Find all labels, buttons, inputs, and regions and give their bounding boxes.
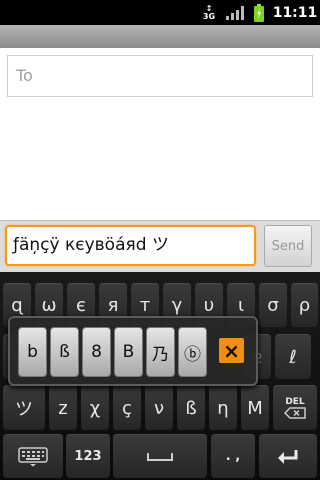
key[interactable]: ν [145,385,173,430]
clock: 11:11 [272,4,318,21]
numbers-key[interactable]: 123 [66,434,110,478]
key[interactable]: χ [81,385,109,430]
key[interactable]: ß [177,385,205,430]
network-3g-icon: ↕ 3G [201,0,217,25]
key[interactable]: ツ [3,385,45,430]
backspace-icon [284,407,306,419]
recipient-input[interactable]: To [7,55,313,97]
key[interactable]: σ [259,283,287,327]
popup-key[interactable]: 8 [82,327,111,377]
message-input[interactable]: ƒäņçÿ кєувöáяd ツ [5,225,256,266]
key[interactable]: M [241,385,269,430]
key[interactable]: η [209,385,237,430]
enter-key[interactable] [259,434,317,478]
keyboard-icon [18,446,48,466]
status-bar: ↕ 3G 11:11 [0,0,320,25]
battery-icon [252,0,266,25]
delete-label: DEL [285,397,305,407]
popup-key[interactable]: 乃 [146,327,175,377]
punctuation-key[interactable]: . , [211,434,255,478]
popup-key[interactable]: B [114,327,143,377]
close-popup-button[interactable]: × [219,338,244,363]
space-icon [147,452,173,461]
send-button[interactable]: Send [264,225,312,267]
delete-key[interactable]: DEL [273,385,317,430]
popup-key[interactable]: ß [50,327,79,377]
popup-key[interactable]: b [18,327,47,377]
space-key[interactable] [113,434,207,478]
key[interactable]: ç [113,385,141,430]
network-label: 3G [202,11,216,21]
key[interactable]: z [49,385,77,430]
key[interactable]: ρ [291,283,318,327]
enter-icon [278,449,298,464]
popup-key[interactable]: ⓑ [178,327,207,377]
title-strip [0,25,320,48]
keyboard-settings-key[interactable] [3,434,63,478]
key[interactable]: ℓ [275,334,311,379]
signal-icon [225,0,245,25]
close-icon: × [223,338,240,363]
